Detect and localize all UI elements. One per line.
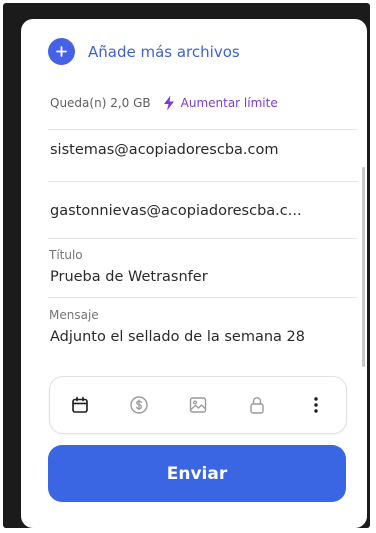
lock-icon[interactable] <box>246 394 268 416</box>
lightning-icon <box>163 95 174 111</box>
scrollbar[interactable] <box>362 167 365 367</box>
send-button[interactable]: Enviar <box>48 445 346 502</box>
title-label: Título <box>49 248 83 262</box>
transfer-panel: Añade más archivos Queda(n) 2,0 GB Aumen… <box>21 19 367 528</box>
message-field[interactable]: Adjunto el sellado de la semana 28 <box>50 327 350 347</box>
window-frame: Añade más archivos Queda(n) 2,0 GB Aumen… <box>3 3 370 528</box>
add-files-label: Añade más archivos <box>88 42 240 61</box>
recipient-email[interactable]: sistemas@acopiadorescba.com <box>50 140 350 160</box>
quota-info: Queda(n) 2,0 GB Aumentar límite <box>50 95 278 111</box>
divider <box>48 129 358 130</box>
more-vertical-icon[interactable] <box>305 394 327 416</box>
add-files-button[interactable]: Añade más archivos <box>48 38 240 65</box>
dollar-icon[interactable] <box>128 394 150 416</box>
recipient-email[interactable]: gastonnievas@acopiadorescba.c... <box>50 201 350 221</box>
plus-icon <box>48 38 75 65</box>
increase-limit-link[interactable]: Aumentar límite <box>163 95 278 111</box>
divider <box>48 181 358 182</box>
divider <box>48 238 358 239</box>
title-field[interactable]: Prueba de Wetrasnfer <box>50 267 350 287</box>
message-label: Mensaje <box>49 308 99 322</box>
image-icon[interactable] <box>187 394 209 416</box>
quota-remaining-text: Queda(n) 2,0 GB <box>50 96 151 110</box>
calendar-icon[interactable] <box>69 394 91 416</box>
divider <box>48 297 358 298</box>
options-toolbar <box>49 376 347 434</box>
increase-limit-label: Aumentar límite <box>180 96 278 110</box>
